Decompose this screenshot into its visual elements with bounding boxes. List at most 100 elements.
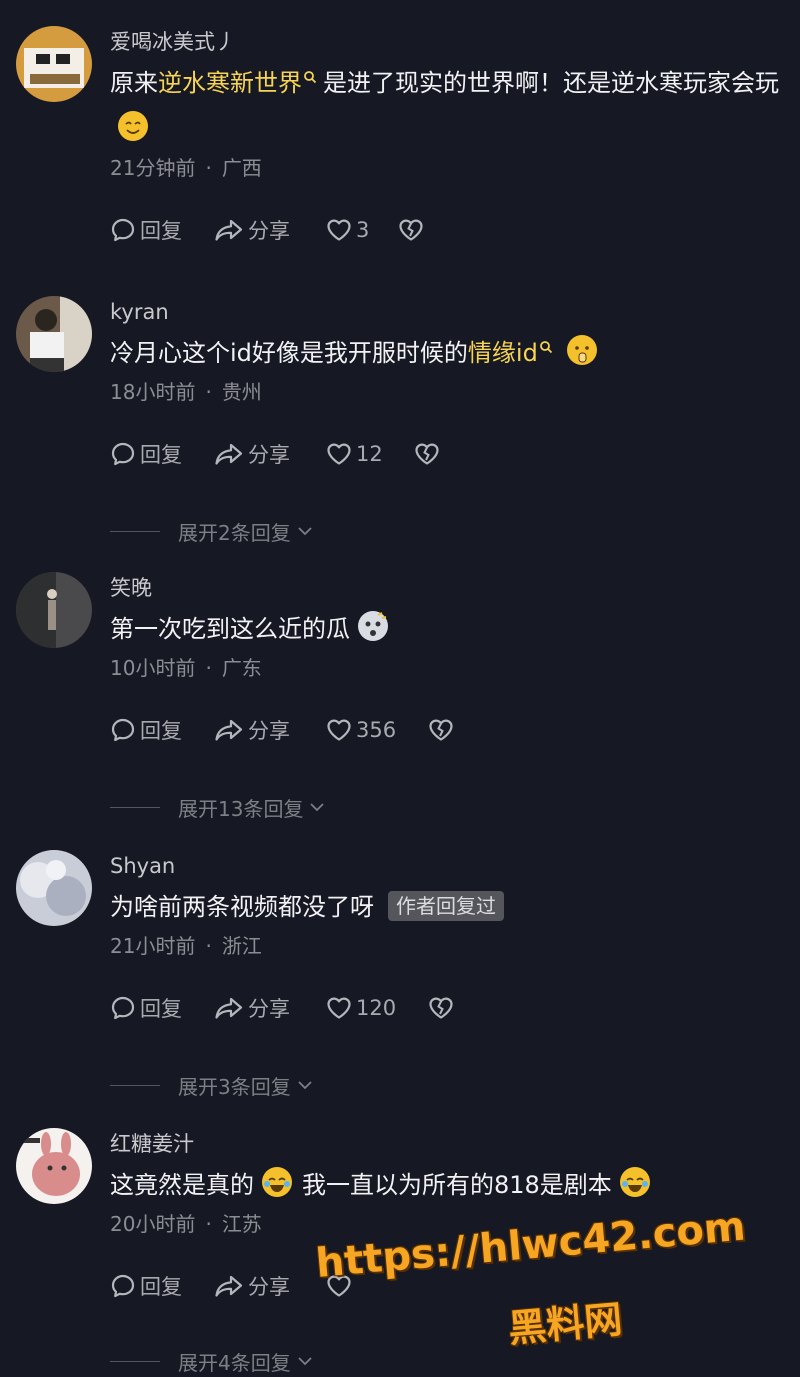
share-button[interactable]: 分享: [214, 988, 290, 1028]
location: 江苏: [221, 1212, 262, 1236]
heart-icon: [326, 218, 352, 242]
action-bar: 回复 分享 120: [110, 988, 780, 1028]
divider-line: [110, 530, 160, 532]
username[interactable]: Shyan: [110, 852, 780, 880]
comment-bubble-icon: [110, 441, 136, 467]
divider-line: [110, 1084, 160, 1086]
share-button[interactable]: 分享: [214, 210, 290, 250]
heart-icon: [326, 996, 352, 1020]
search-icon: [303, 70, 317, 84]
watermark: https://hlwc42.com 黑料网: [300, 1203, 780, 1355]
reply-label: 回复: [140, 219, 182, 243]
watermark-url: https://hlwc42.com: [313, 1203, 748, 1287]
share-arrow-icon: [214, 717, 244, 743]
comment-bubble-icon: [110, 717, 136, 743]
share-label: 分享: [248, 997, 290, 1021]
like-button[interactable]: 3: [326, 210, 369, 250]
comment-meta: 21小时前 · 浙江: [110, 934, 262, 958]
share-arrow-icon: [214, 995, 244, 1021]
timestamp: 10小时前: [110, 656, 196, 680]
share-label: 分享: [248, 1275, 290, 1299]
avatar[interactable]: [16, 850, 92, 926]
avatar[interactable]: [16, 26, 92, 102]
share-arrow-icon: [214, 217, 244, 243]
reply-label: 回复: [140, 1275, 182, 1299]
share-button[interactable]: 分享: [214, 710, 290, 750]
expand-label: 展开13条回复: [178, 796, 304, 821]
reply-button[interactable]: 回复: [110, 1266, 182, 1306]
reply-button[interactable]: 回复: [110, 988, 182, 1028]
reply-button[interactable]: 回复: [110, 710, 182, 750]
username[interactable]: kyran: [110, 298, 780, 326]
expand-replies-button[interactable]: 展开2条回复: [110, 516, 313, 546]
share-arrow-icon: [214, 1273, 244, 1299]
search-icon: [539, 340, 553, 354]
expand-replies-button[interactable]: 展开4条回复: [110, 1346, 313, 1376]
expand-replies-button[interactable]: 展开13条回复: [110, 792, 325, 822]
username[interactable]: 爱喝冰美式丿: [110, 28, 780, 56]
dislike-button[interactable]: [428, 988, 458, 1028]
like-count: 12: [356, 442, 383, 466]
reply-button[interactable]: 回复: [110, 210, 182, 250]
expand-replies-button[interactable]: 展开3条回复: [110, 1070, 313, 1100]
shush-emoji-icon: [566, 335, 597, 365]
comment-meta: 10小时前 · 广东: [110, 656, 262, 680]
text-before: 这竟然是真的: [110, 1171, 254, 1199]
expand-label: 展开3条回复: [178, 1074, 291, 1099]
dislike-button[interactable]: [428, 710, 458, 750]
action-bar: 回复 分享 12: [110, 434, 780, 474]
reply-button[interactable]: 回复: [110, 434, 182, 474]
username[interactable]: 红糖姜汁: [110, 1130, 780, 1158]
broken-heart-icon: [428, 996, 454, 1020]
share-button[interactable]: 分享: [214, 434, 290, 474]
username[interactable]: 笑晚: [110, 574, 780, 602]
divider-line: [110, 1360, 160, 1362]
broken-heart-icon: [414, 442, 440, 466]
timestamp: 21小时前: [110, 934, 196, 958]
text-before: 第一次吃到这么近的瓜: [110, 615, 350, 643]
like-count: 120: [356, 996, 397, 1020]
location: 广东: [221, 656, 262, 680]
share-button[interactable]: 分享: [214, 1266, 290, 1306]
expand-label: 展开2条回复: [178, 520, 291, 545]
location: 广西: [221, 156, 262, 180]
comment-text: 为啥前两条视频都没了呀 作者回复过: [110, 884, 780, 930]
timestamp: 18小时前: [110, 380, 196, 404]
like-button[interactable]: 120: [326, 988, 396, 1028]
heart-icon: [326, 442, 352, 466]
smile-emoji-icon: [118, 111, 148, 141]
comment-meta: 18小时前 · 贵州: [110, 380, 262, 404]
laugh-cry-emoji-icon: [619, 1167, 650, 1197]
share-arrow-icon: [214, 441, 244, 467]
dislike-button[interactable]: [414, 434, 444, 474]
reply-label: 回复: [140, 443, 182, 467]
action-bar: 回复 分享 356: [110, 710, 780, 750]
heart-icon: [326, 718, 352, 742]
like-button[interactable]: 12: [326, 434, 383, 474]
comment-text: 原来逆水寒新世界 是进了现实的世界啊！还是逆水寒玩家会玩: [110, 60, 780, 152]
comment-bubble-icon: [110, 1273, 136, 1299]
text-before: 冷月心这个id好像是我开服时候的: [110, 339, 468, 367]
avatar[interactable]: [16, 296, 92, 372]
avatar[interactable]: [16, 1128, 92, 1204]
text-mid: 我一直以为所有的818是剧本: [302, 1171, 612, 1199]
share-label: 分享: [248, 443, 290, 467]
text-before: 原来: [110, 69, 158, 97]
comment-bubble-icon: [110, 217, 136, 243]
shocked-emoji-icon: [358, 611, 388, 641]
search-link[interactable]: 逆水寒新世界: [158, 69, 302, 97]
avatar[interactable]: [16, 572, 92, 648]
broken-heart-icon: [398, 218, 424, 242]
timestamp: 21分钟前: [110, 156, 196, 180]
action-bar: 回复 分享 3: [110, 210, 780, 250]
author-replied-badge: 作者回复过: [388, 891, 504, 921]
comment-text: 第一次吃到这么近的瓜: [110, 606, 780, 652]
search-link[interactable]: 情缘id: [468, 339, 538, 367]
like-count: 356: [356, 718, 397, 742]
comment-text: 这竟然是真的 我一直以为所有的818是剧本: [110, 1162, 780, 1208]
laugh-cry-emoji-icon: [262, 1167, 292, 1197]
comment-meta: 21分钟前 · 广西: [110, 156, 262, 180]
chevron-down-icon: [297, 1356, 313, 1366]
like-button[interactable]: 356: [326, 710, 396, 750]
dislike-button[interactable]: [398, 210, 428, 250]
